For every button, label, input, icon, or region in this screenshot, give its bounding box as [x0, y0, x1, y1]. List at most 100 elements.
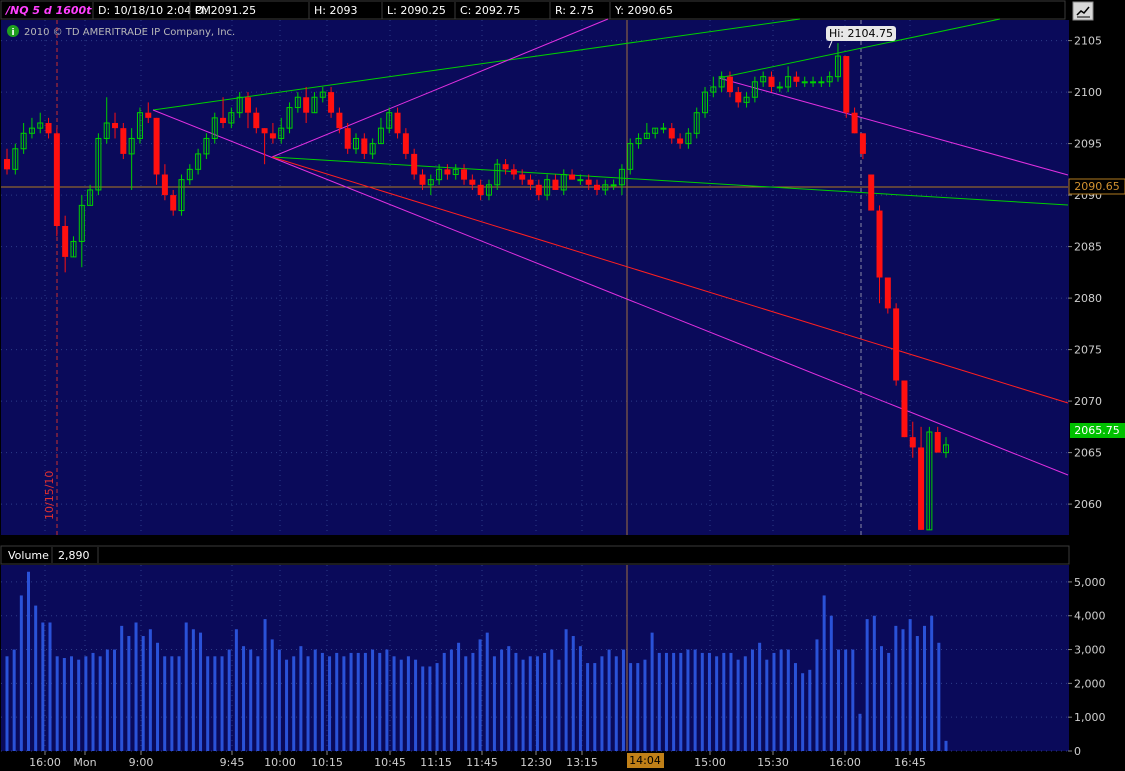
- volume-bar: [213, 656, 217, 751]
- candle-body-down: [461, 169, 468, 180]
- volume-bar: [156, 642, 160, 751]
- time-tick-label: 10:00: [264, 756, 296, 769]
- volume-bar: [944, 740, 948, 751]
- volume-bar: [457, 642, 461, 751]
- volume-bar: [758, 642, 762, 751]
- candle-body-down: [411, 153, 418, 175]
- candle-body-down: [909, 437, 916, 448]
- volume-bar: [263, 619, 267, 751]
- chart-settings-icon[interactable]: [1072, 1, 1094, 21]
- volume-bar: [113, 649, 117, 751]
- volume-bar: [629, 663, 633, 751]
- volume-bar: [765, 659, 769, 751]
- volume-bar: [277, 649, 281, 751]
- candle-body-down: [677, 138, 684, 144]
- time-tick-label: 9:00: [129, 756, 154, 769]
- volume-bar: [12, 649, 16, 751]
- volume-bar: [62, 658, 66, 751]
- price-tick-label: 2060: [1074, 498, 1102, 511]
- volume-bar: [922, 625, 926, 751]
- price-tick-label: 2100: [1074, 86, 1102, 99]
- volume-bar: [234, 629, 238, 751]
- chart-svg: /NQ 5 d 1600t D: 10/18/10 2:04 PMO: 2091…: [0, 0, 1125, 771]
- volume-bar: [693, 649, 697, 751]
- header-field: C: 2092.75: [460, 4, 520, 17]
- candle-body-down: [444, 169, 451, 175]
- candle-body-down: [394, 112, 401, 134]
- volume-bar: [722, 652, 726, 751]
- volume-bar: [492, 656, 496, 751]
- price-plot-bg: [1, 20, 1069, 535]
- candle-body-down: [469, 179, 476, 185]
- volume-bar: [220, 656, 224, 751]
- time-tick-label: 16:45: [894, 756, 926, 769]
- candle-body-down: [344, 128, 351, 149]
- volume-bar: [127, 636, 131, 751]
- header-field: D: 10/18/10 2:04 PM: [98, 4, 211, 17]
- price-tick-label: 2085: [1074, 241, 1102, 254]
- candle-body-up: [577, 179, 584, 182]
- volume-bar: [41, 622, 45, 751]
- candle-body-down: [859, 133, 866, 154]
- volume-bar: [478, 639, 482, 751]
- volume-bar: [392, 656, 396, 751]
- price-tick-label: 2075: [1074, 344, 1102, 357]
- volume-bar: [249, 649, 253, 751]
- volume-bar: [571, 636, 575, 751]
- volume-bar: [342, 656, 346, 751]
- symbol-label[interactable]: /NQ 5 d 1600t: [4, 4, 92, 17]
- volume-bar: [650, 632, 654, 751]
- candle-body-down: [336, 112, 343, 129]
- volume-bar: [371, 649, 375, 751]
- candle-body-down: [851, 112, 858, 134]
- volume-bar: [256, 656, 260, 751]
- candle-body-down: [161, 174, 168, 196]
- volume-bar: [385, 649, 389, 751]
- volume-bar: [406, 656, 410, 751]
- candle-body-down: [402, 133, 409, 154]
- high-label: Hi: 2104.75: [829, 27, 893, 40]
- volume-bar: [34, 605, 38, 751]
- volume-bar: [672, 652, 676, 751]
- volume-bar: [872, 615, 876, 751]
- candle-body-down: [253, 112, 260, 129]
- last-price-label: 2065.75: [1074, 424, 1120, 437]
- candle-body-down: [668, 128, 675, 139]
- candle-body-down: [585, 179, 592, 185]
- volume-bar: [27, 571, 31, 751]
- volume-bar: [55, 656, 59, 751]
- time-tick-label: 16:00: [29, 756, 61, 769]
- candle-body-down: [220, 117, 227, 123]
- price-tick-label: 2070: [1074, 395, 1102, 408]
- header-field: L: 2090.25: [387, 4, 446, 17]
- candle-body-down: [593, 184, 600, 190]
- candle-body-down: [269, 133, 276, 139]
- candle-body-down: [244, 97, 251, 113]
- candle-body-down: [552, 179, 559, 190]
- volume-bar: [363, 652, 367, 751]
- volume-bar: [120, 625, 124, 751]
- time-tick-label: 11:15: [420, 756, 452, 769]
- candle-body-down: [934, 432, 941, 453]
- price-tick-label: 2095: [1074, 138, 1102, 151]
- candle-body-down: [361, 138, 368, 154]
- candle-body-down: [4, 159, 10, 170]
- candle-body-down: [918, 447, 925, 530]
- volume-bar: [77, 659, 81, 751]
- volume-bar: [930, 615, 934, 751]
- last-price-badge: 2065.75: [1070, 423, 1125, 438]
- volume-bar: [270, 639, 274, 751]
- header-field: O: 2091.25: [195, 4, 256, 17]
- volume-bar: [829, 615, 833, 751]
- candle-body-down: [768, 76, 775, 87]
- volume-bar: [729, 652, 733, 751]
- volume-bar: [715, 656, 719, 751]
- volume-bar: [550, 649, 554, 751]
- volume-bar: [600, 656, 604, 751]
- volume-bar: [435, 663, 439, 751]
- time-tick-label: 15:30: [757, 756, 789, 769]
- volume-bar: [514, 652, 518, 751]
- volume-bar: [70, 656, 74, 751]
- header-bar: /NQ 5 d 1600t D: 10/18/10 2:04 PMO: 2091…: [0, 0, 1094, 21]
- volume-bar: [285, 659, 289, 751]
